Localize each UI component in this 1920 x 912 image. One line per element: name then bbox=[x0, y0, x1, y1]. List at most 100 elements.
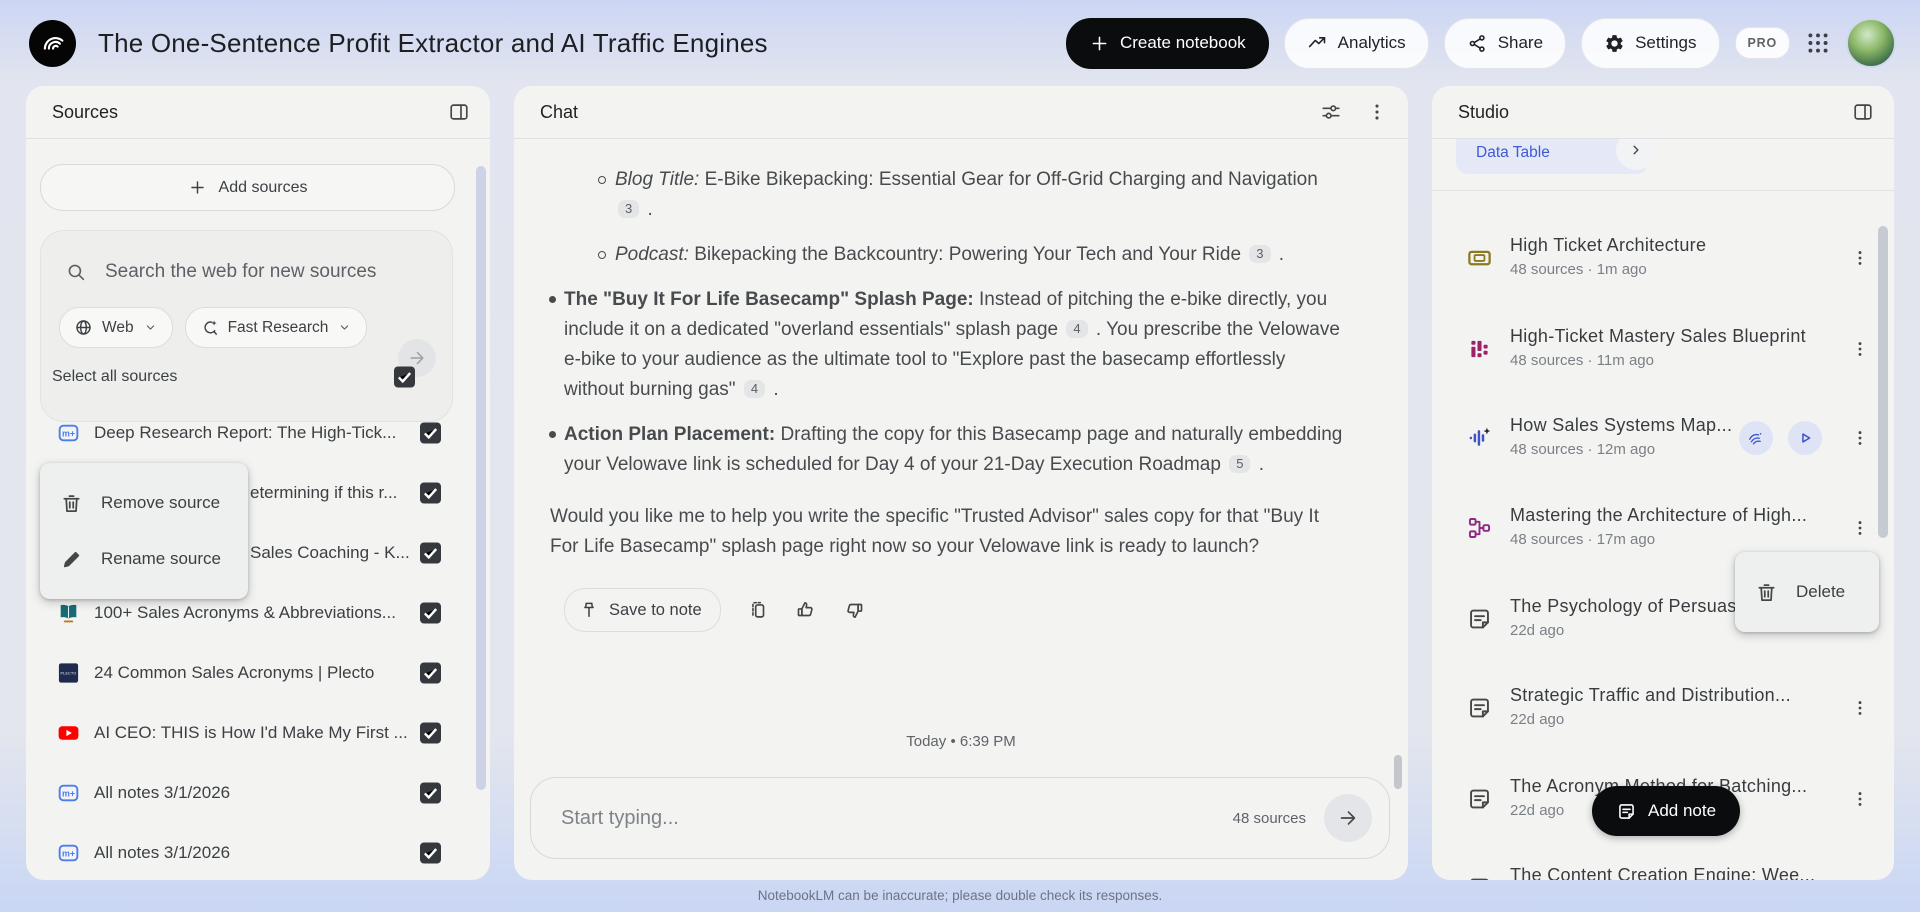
source-checkbox[interactable] bbox=[420, 482, 441, 504]
studio-item[interactable]: The Content Creation Engine: Wee... bbox=[1432, 860, 1894, 880]
message-actions: Save to note bbox=[564, 588, 1348, 632]
citation-badge[interactable]: 3 bbox=[618, 200, 640, 218]
studio-item[interactable]: Mastering the Architecture of High... 48 … bbox=[1432, 500, 1894, 556]
studio-item-meta: 22d ago bbox=[1510, 711, 1565, 728]
notebooklm-logo-icon[interactable] bbox=[29, 19, 76, 67]
more-vertical-icon[interactable] bbox=[1850, 517, 1870, 539]
source-title: All notes 3/1/2026 bbox=[94, 843, 231, 862]
chat-input[interactable]: Start typing... 48 sources bbox=[530, 777, 1390, 859]
select-all-sources-row: Select all sources bbox=[52, 356, 464, 398]
thumb-up-icon[interactable] bbox=[795, 599, 817, 621]
more-vertical-icon[interactable] bbox=[1850, 338, 1870, 360]
more-vertical-icon[interactable] bbox=[1850, 877, 1870, 880]
source-row[interactable]: m+ All notes 3/1/2026 bbox=[26, 765, 490, 821]
more-vertical-icon[interactable] bbox=[1850, 247, 1870, 269]
thumb-down-icon[interactable] bbox=[843, 599, 865, 621]
trending-up-icon bbox=[1307, 33, 1328, 54]
apps-grid-icon[interactable] bbox=[1805, 30, 1831, 56]
studio-item[interactable]: High Ticket Architecture 48 sources · 1m … bbox=[1432, 230, 1894, 286]
add-sources-button[interactable]: Add sources bbox=[40, 164, 455, 211]
svg-text:m+: m+ bbox=[62, 789, 75, 799]
share-button[interactable]: Share bbox=[1443, 17, 1567, 69]
save-to-note-button[interactable]: Save to note bbox=[564, 588, 721, 632]
source-checkbox[interactable] bbox=[420, 422, 441, 444]
web-search-input[interactable]: Search the web for new sources bbox=[41, 251, 452, 301]
mindmap-icon bbox=[1466, 515, 1493, 542]
source-row[interactable]: m+ Deep Research Report: The High-Tick... bbox=[26, 405, 490, 461]
note-icon bbox=[1466, 695, 1493, 722]
book-favicon-icon bbox=[56, 601, 81, 626]
source-checkbox[interactable] bbox=[420, 782, 441, 804]
citation-badge[interactable]: 4 bbox=[743, 380, 766, 398]
source-row[interactable]: PLECTO 24 Common Sales Acronyms | Plecto bbox=[26, 645, 490, 701]
chat-bullet: The "Buy It For Life Basecamp" Splash Pa… bbox=[549, 285, 1348, 405]
chevron-down-icon bbox=[143, 320, 158, 335]
notebook-title[interactable]: The One-Sentence Profit Extractor and AI… bbox=[98, 28, 768, 59]
analytics-button[interactable]: Analytics bbox=[1283, 17, 1429, 69]
more-vertical-icon[interactable] bbox=[1366, 101, 1388, 123]
interactive-mode-button[interactable] bbox=[1739, 421, 1773, 455]
send-message-button[interactable] bbox=[1324, 794, 1372, 842]
studio-item-meta: 22d ago bbox=[1510, 802, 1565, 819]
source-checkbox[interactable] bbox=[420, 602, 441, 624]
collapse-panel-icon[interactable] bbox=[448, 101, 470, 123]
fast-research-chip[interactable]: Fast Research bbox=[184, 307, 368, 348]
studio-panel: Studio Data Table High Ticket Architectu… bbox=[1432, 86, 1894, 880]
web-source-chip[interactable]: Web bbox=[59, 307, 173, 348]
source-title: Sales Coaching - K... bbox=[250, 543, 410, 562]
note-icon bbox=[1466, 875, 1493, 880]
more-vertical-icon[interactable] bbox=[1850, 427, 1870, 449]
youtube-icon bbox=[56, 721, 81, 746]
play-audio-button[interactable] bbox=[1788, 421, 1822, 455]
search-placeholder: Search the web for new sources bbox=[105, 261, 377, 282]
create-notebook-button[interactable]: Create notebook bbox=[1065, 17, 1269, 69]
source-checkbox[interactable] bbox=[420, 842, 441, 864]
chat-bullet: Action Plan Placement: Drafting the copy… bbox=[549, 420, 1348, 480]
plus-icon bbox=[188, 178, 207, 197]
menu-item-delete[interactable]: Delete bbox=[1735, 564, 1879, 620]
more-vertical-icon[interactable] bbox=[1850, 697, 1870, 719]
note-add-icon bbox=[1616, 801, 1637, 822]
notebooklm-note-icon: m+ bbox=[56, 841, 81, 866]
select-all-checkbox[interactable] bbox=[394, 366, 415, 388]
citation-badge[interactable]: 5 bbox=[1229, 455, 1251, 473]
copy-icon[interactable] bbox=[747, 599, 769, 621]
note-icon bbox=[1466, 606, 1493, 633]
sources-scrollbar[interactable] bbox=[476, 166, 486, 790]
chat-sub-bullet: Blog Title: E-Bike Bikepacking: Essentia… bbox=[598, 165, 1348, 225]
chat-message-area[interactable]: Blog Title: E-Bike Bikepacking: Essentia… bbox=[514, 138, 1408, 720]
studio-item-meta: 48 sources · 17m ago bbox=[1510, 531, 1656, 548]
source-checkbox[interactable] bbox=[420, 662, 441, 684]
chat-scrollbar[interactable] bbox=[1394, 755, 1402, 789]
studio-item[interactable]: Strategic Traffic and Distribution... 22d… bbox=[1432, 680, 1894, 736]
plus-icon bbox=[1089, 33, 1110, 54]
menu-item-rename-source[interactable]: Rename source bbox=[40, 531, 248, 587]
source-row[interactable]: m+ All notes 3/1/2026 bbox=[26, 825, 490, 880]
citation-badge[interactable]: 3 bbox=[1249, 245, 1271, 263]
user-avatar[interactable] bbox=[1846, 18, 1896, 68]
sub-bullet-marker bbox=[598, 251, 606, 259]
more-vertical-icon[interactable] bbox=[1850, 788, 1870, 810]
settings-button[interactable]: Settings bbox=[1581, 17, 1720, 69]
bullet-marker bbox=[549, 431, 556, 438]
studio-item[interactable]: High-Ticket Mastery Sales Blueprint 48 so… bbox=[1432, 321, 1894, 377]
expand-panel-icon[interactable] bbox=[1852, 101, 1874, 123]
sources-panel-title: Sources bbox=[52, 101, 119, 122]
menu-item-remove-source[interactable]: Remove source bbox=[40, 475, 248, 531]
top-bar: The One-Sentence Profit Extractor and AI… bbox=[0, 0, 1920, 86]
citation-badge[interactable]: 4 bbox=[1066, 320, 1088, 338]
chat-settings-tune-icon[interactable] bbox=[1320, 101, 1342, 123]
source-title: etermining if this r... bbox=[250, 483, 398, 502]
studio-item[interactable]: How Sales Systems Map... 48 sources · 12m… bbox=[1432, 410, 1894, 466]
studio-scrollbar[interactable] bbox=[1878, 226, 1888, 538]
svg-text:m+: m+ bbox=[62, 849, 75, 859]
report-icon bbox=[1466, 336, 1493, 363]
source-row[interactable]: AI CEO: THIS is How I'd Make My First ..… bbox=[26, 705, 490, 761]
chat-paragraph: Would you like me to help you write the … bbox=[550, 506, 1319, 557]
add-note-button[interactable]: Add note bbox=[1592, 786, 1741, 836]
source-checkbox[interactable] bbox=[420, 542, 441, 564]
play-icon bbox=[1795, 428, 1815, 448]
logo-arcs-icon bbox=[38, 28, 68, 58]
chat-input-placeholder: Start typing... bbox=[561, 806, 679, 829]
source-checkbox[interactable] bbox=[420, 722, 441, 744]
